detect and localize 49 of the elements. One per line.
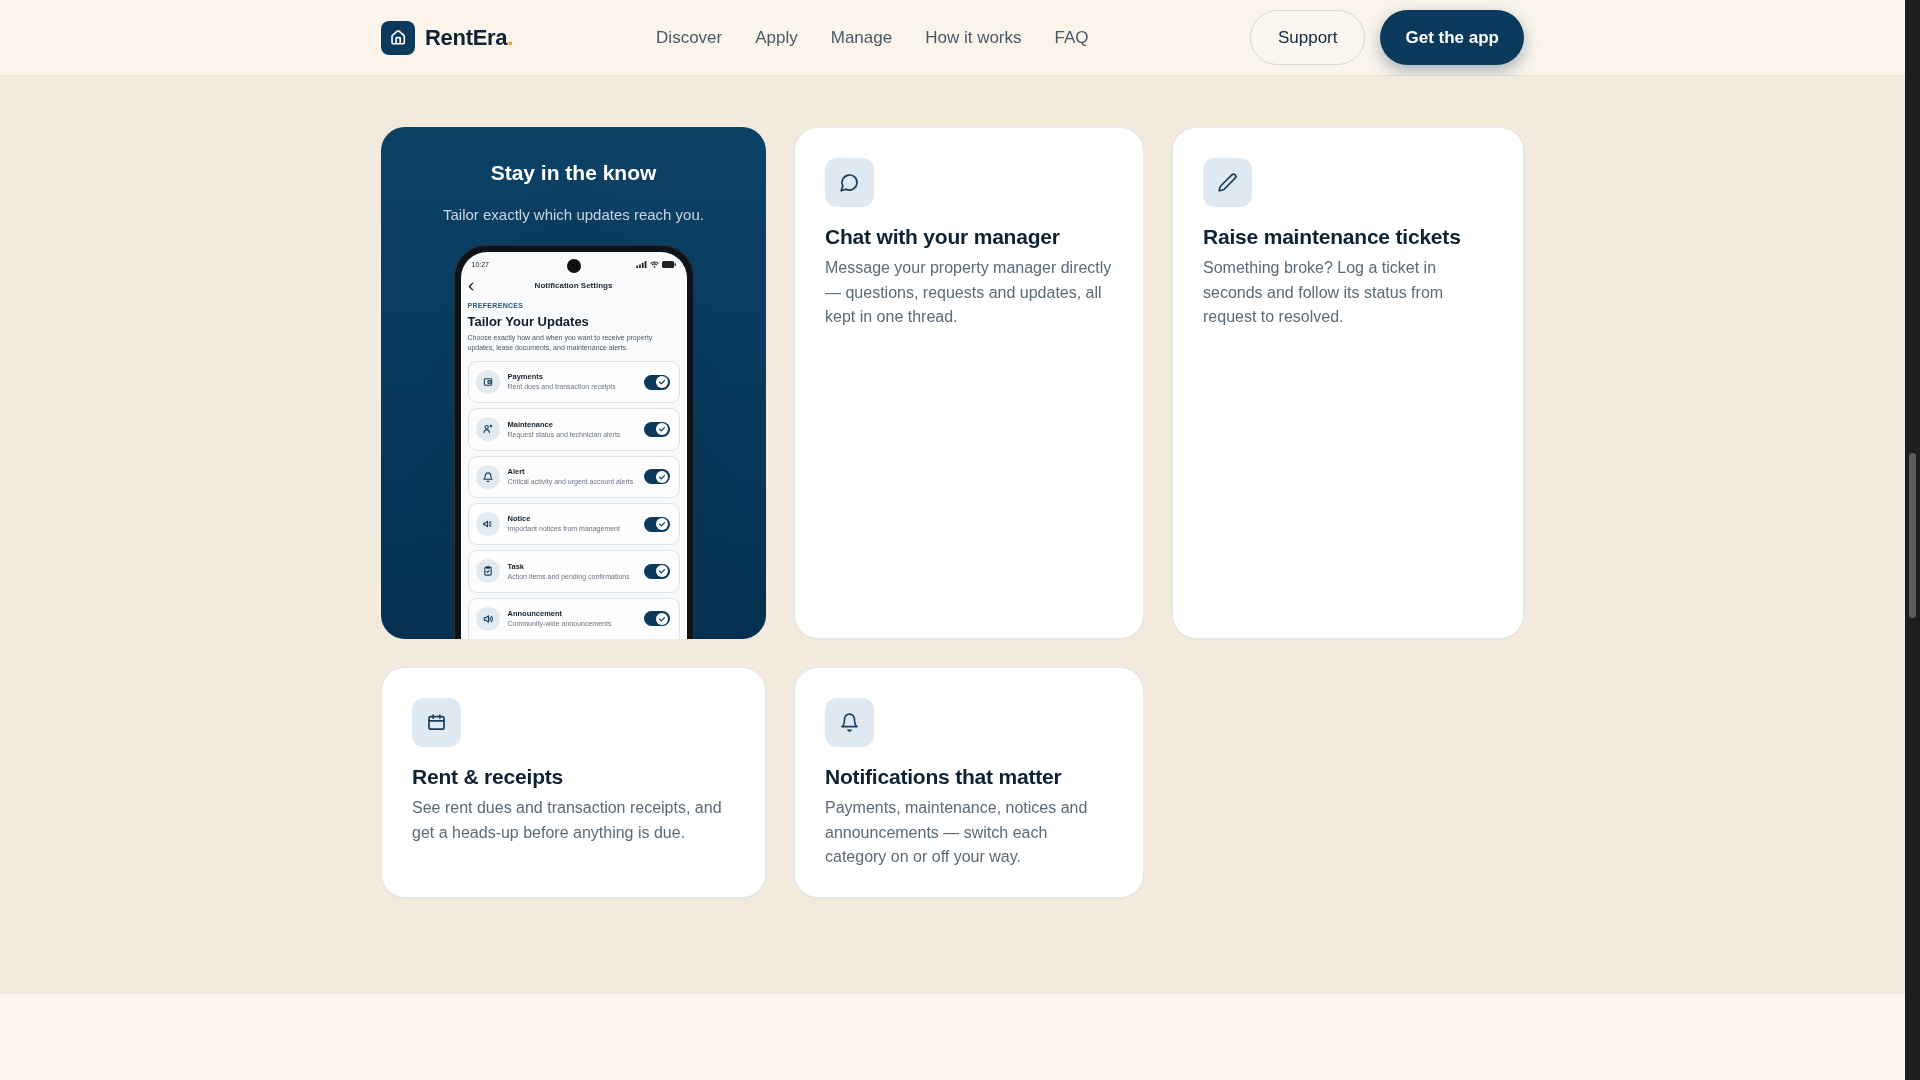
screen-heading: Tailor Your Updates: [467, 314, 589, 330]
nav-link[interactable]: Manage: [830, 27, 893, 48]
toggle-switch[interactable]: [643, 469, 670, 485]
pencil-icon: [1203, 158, 1252, 207]
feature-description: Payments, maintenance, notices and announcements — switch each category on or off your way.: [825, 798, 1089, 867]
wallet-icon: [475, 370, 500, 395]
feature-title: Chat with your manager: [825, 224, 1060, 250]
bell-icon: [475, 464, 500, 489]
chat-bubble-icon: [825, 158, 874, 207]
toggle-switch[interactable]: [643, 374, 670, 390]
feature-title: Rent & receipts: [412, 764, 564, 790]
toggle-switch[interactable]: [643, 422, 670, 437]
showcase-subtitle: Tailor exactly which updates reach you.: [443, 205, 704, 225]
person-icon: [475, 417, 500, 442]
toggle-switch[interactable]: [643, 611, 670, 627]
toggle-switch[interactable]: [643, 563, 670, 579]
check-icon: [656, 423, 668, 436]
check-icon: [656, 612, 668, 625]
nav-link[interactable]: FAQ: [1054, 27, 1089, 48]
support-button[interactable]: Support: [1249, 10, 1366, 65]
back-icon[interactable]: [467, 281, 474, 291]
screen-title: Notification Settings: [533, 281, 614, 291]
battery-icon: [661, 261, 676, 268]
scrollbar-thumb[interactable]: [1909, 453, 1916, 618]
check-icon: [656, 376, 668, 389]
feature-description: See rent dues and transaction receipts, and get a heads-up before anything is due.: [412, 798, 723, 843]
house-logo-icon: [381, 20, 415, 55]
feature-title: Raise maintenance tickets: [1203, 224, 1461, 250]
wifi-icon: [649, 261, 659, 268]
feature-title: Notifications that matter: [825, 764, 1062, 790]
feature-description: Message your property manager directly — questions, requests and updates, all kept in one thread.: [825, 258, 1113, 327]
brand-home-link[interactable]: RentEra.: [381, 20, 514, 55]
toggle-switch[interactable]: [643, 516, 670, 532]
megaphone-icon: [475, 512, 500, 537]
speaker-icon: [475, 606, 500, 631]
showcase-title: Stay in the know: [490, 160, 657, 186]
front-camera-icon: [566, 259, 581, 273]
check-icon: [656, 470, 668, 483]
get-app-button[interactable]: Get the app: [1380, 10, 1524, 65]
signal-icon: [635, 261, 647, 268]
nav-link[interactable]: Discover: [656, 27, 723, 48]
feature-description: Something broke? Log a ticket in seconds and follow its status from request to resolved.: [1203, 258, 1445, 327]
check-icon: [656, 518, 668, 531]
clipboard-check-icon: [475, 559, 500, 584]
check-icon: [656, 565, 668, 578]
calendar-icon: [412, 698, 461, 747]
nav-link[interactable]: Apply: [755, 27, 798, 48]
nav-link[interactable]: How it works: [925, 27, 1022, 48]
bell-icon: [825, 698, 874, 747]
